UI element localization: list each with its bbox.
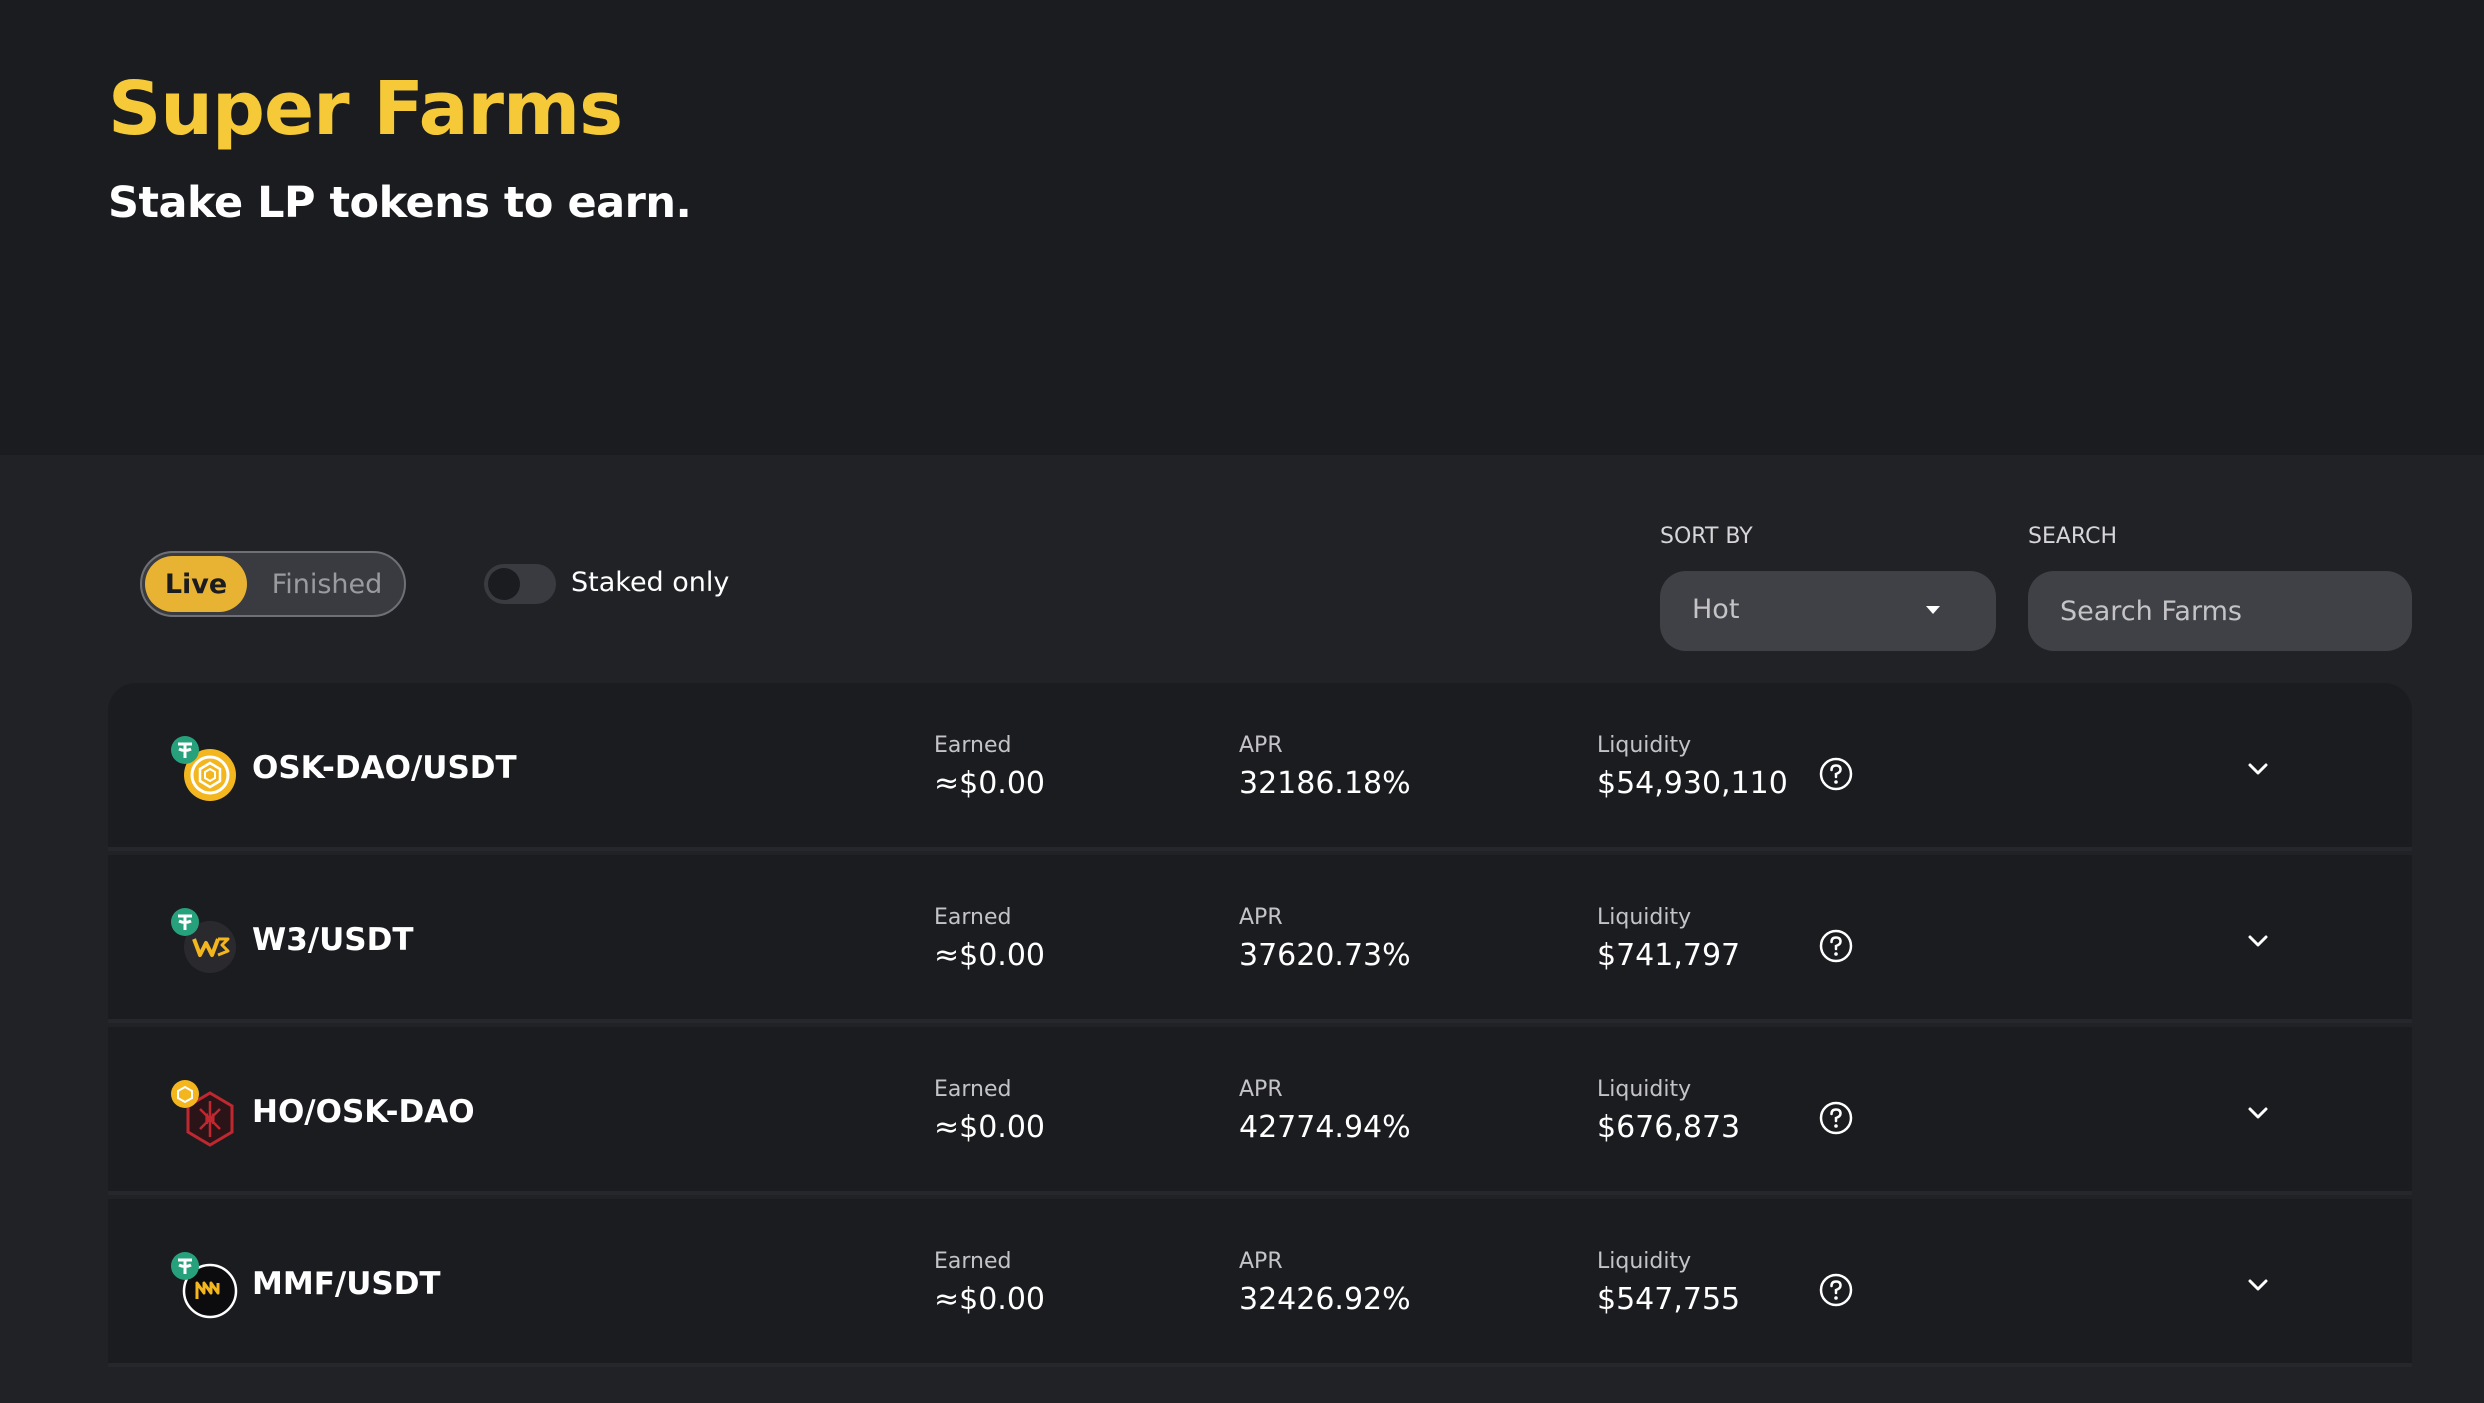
earned-value: ≈$0.00 (934, 1282, 1046, 1317)
farm-row[interactable]: OSK-DAO/USDT Earned ≈$0.00 APR 32186.18%… (108, 683, 2412, 851)
help-icon[interactable] (1818, 1272, 1854, 1308)
apr-column: APR 32186.18% (1239, 733, 1411, 801)
apr-column: APR 32426.92% (1239, 1249, 1411, 1317)
search-label: SEARCH (2028, 524, 2118, 549)
liquidity-value: $741,797 (1597, 938, 1741, 973)
svg-text:H: H (204, 1112, 216, 1128)
sort-by-value: Hot (1692, 594, 1740, 625)
sort-by-dropdown[interactable]: Hot (1660, 571, 1996, 651)
live-finished-toggle[interactable]: Live Finished (140, 551, 406, 617)
staked-only-switch[interactable] (484, 564, 556, 604)
row-divider (108, 1363, 2412, 1367)
page-title: Super Farms (108, 66, 623, 152)
liquidity-value: $676,873 (1597, 1110, 1741, 1145)
apr-label: APR (1239, 905, 1283, 930)
apr-value: 32186.18% (1239, 766, 1411, 801)
row-divider (108, 1019, 2412, 1023)
earned-label: Earned (934, 905, 1012, 930)
token-pair-icon (171, 736, 236, 801)
liquidity-label: Liquidity (1597, 905, 1692, 930)
liquidity-value: $547,755 (1597, 1282, 1741, 1317)
farm-pair-name: OSK-DAO/USDT (252, 750, 517, 786)
earned-column: Earned ≈$0.00 (934, 905, 1045, 973)
liquidity-column: Liquidity $54,930,110 (1597, 733, 1788, 801)
apr-label: APR (1239, 733, 1283, 758)
caret-down-icon (1926, 606, 1940, 614)
liquidity-label: Liquidity (1597, 733, 1692, 758)
token-pair-icon (171, 1252, 238, 1319)
chevron-down-icon[interactable] (2246, 933, 2270, 949)
tether-icon (171, 908, 199, 936)
help-icon[interactable] (1818, 756, 1854, 792)
apr-value: 42774.94% (1239, 1110, 1411, 1145)
farm-list: OSK-DAO/USDT Earned ≈$0.00 APR 32186.18%… (108, 683, 2412, 1403)
chevron-down-icon[interactable] (2246, 761, 2270, 777)
apr-value: 32426.92% (1239, 1282, 1411, 1317)
farm-row[interactable]: W3/USDT Earned ≈$0.00 APR 37620.73% Liqu… (108, 855, 2412, 1023)
tether-icon (171, 736, 199, 764)
liquidity-column: Liquidity $547,755 (1597, 1249, 1740, 1317)
chevron-down-icon[interactable] (2246, 1105, 2270, 1121)
liquidity-value: $54,930,110 (1597, 766, 1788, 801)
earned-column: Earned ≈$0.00 (934, 1077, 1045, 1145)
farm-row[interactable]: MMF/USDT Earned ≈$0.00 APR 32426.92% Liq… (108, 1199, 2412, 1367)
row-divider (108, 1191, 2412, 1195)
liquidity-label: Liquidity (1597, 1077, 1692, 1102)
help-icon[interactable] (1818, 1100, 1854, 1136)
apr-label: APR (1239, 1249, 1283, 1274)
staked-only-label: Staked only (571, 567, 730, 598)
liquidity-column: Liquidity $676,873 (1597, 1077, 1740, 1145)
chevron-down-icon[interactable] (2246, 1277, 2270, 1293)
apr-label: APR (1239, 1077, 1283, 1102)
switch-knob (488, 568, 520, 600)
help-icon[interactable] (1818, 928, 1854, 964)
page-subtitle: Stake LP tokens to earn. (108, 178, 692, 228)
farm-pair-name: W3/USDT (252, 922, 414, 958)
earned-label: Earned (934, 1249, 1012, 1274)
token-pair-icon: H (171, 1080, 234, 1147)
search-input[interactable] (2028, 571, 2412, 651)
farm-pair-name: HO/OSK-DAO (252, 1094, 475, 1130)
apr-column: APR 42774.94% (1239, 1077, 1411, 1145)
token-pair-icon (171, 908, 236, 973)
farm-pair-name: MMF/USDT (252, 1266, 441, 1302)
earned-value: ≈$0.00 (934, 938, 1046, 973)
earned-value: ≈$0.00 (934, 766, 1046, 801)
row-divider (108, 847, 2412, 851)
liquidity-label: Liquidity (1597, 1249, 1692, 1274)
page-header: Super Farms Stake LP tokens to earn. (0, 0, 2484, 455)
finished-tab[interactable]: Finished (254, 556, 400, 612)
live-tab[interactable]: Live (145, 556, 247, 612)
apr-column: APR 37620.73% (1239, 905, 1411, 973)
earned-label: Earned (934, 1077, 1012, 1102)
liquidity-column: Liquidity $741,797 (1597, 905, 1740, 973)
apr-value: 37620.73% (1239, 938, 1411, 973)
sort-by-label: SORT BY (1660, 524, 1753, 549)
earned-column: Earned ≈$0.00 (934, 1249, 1045, 1317)
osk-dao-icon (171, 1080, 199, 1108)
tether-icon (171, 1252, 199, 1280)
farm-row[interactable]: H HO/OSK-DAO Earned ≈$0.00 APR 42774.94%… (108, 1027, 2412, 1195)
earned-label: Earned (934, 733, 1012, 758)
earned-value: ≈$0.00 (934, 1110, 1046, 1145)
earned-column: Earned ≈$0.00 (934, 733, 1045, 801)
